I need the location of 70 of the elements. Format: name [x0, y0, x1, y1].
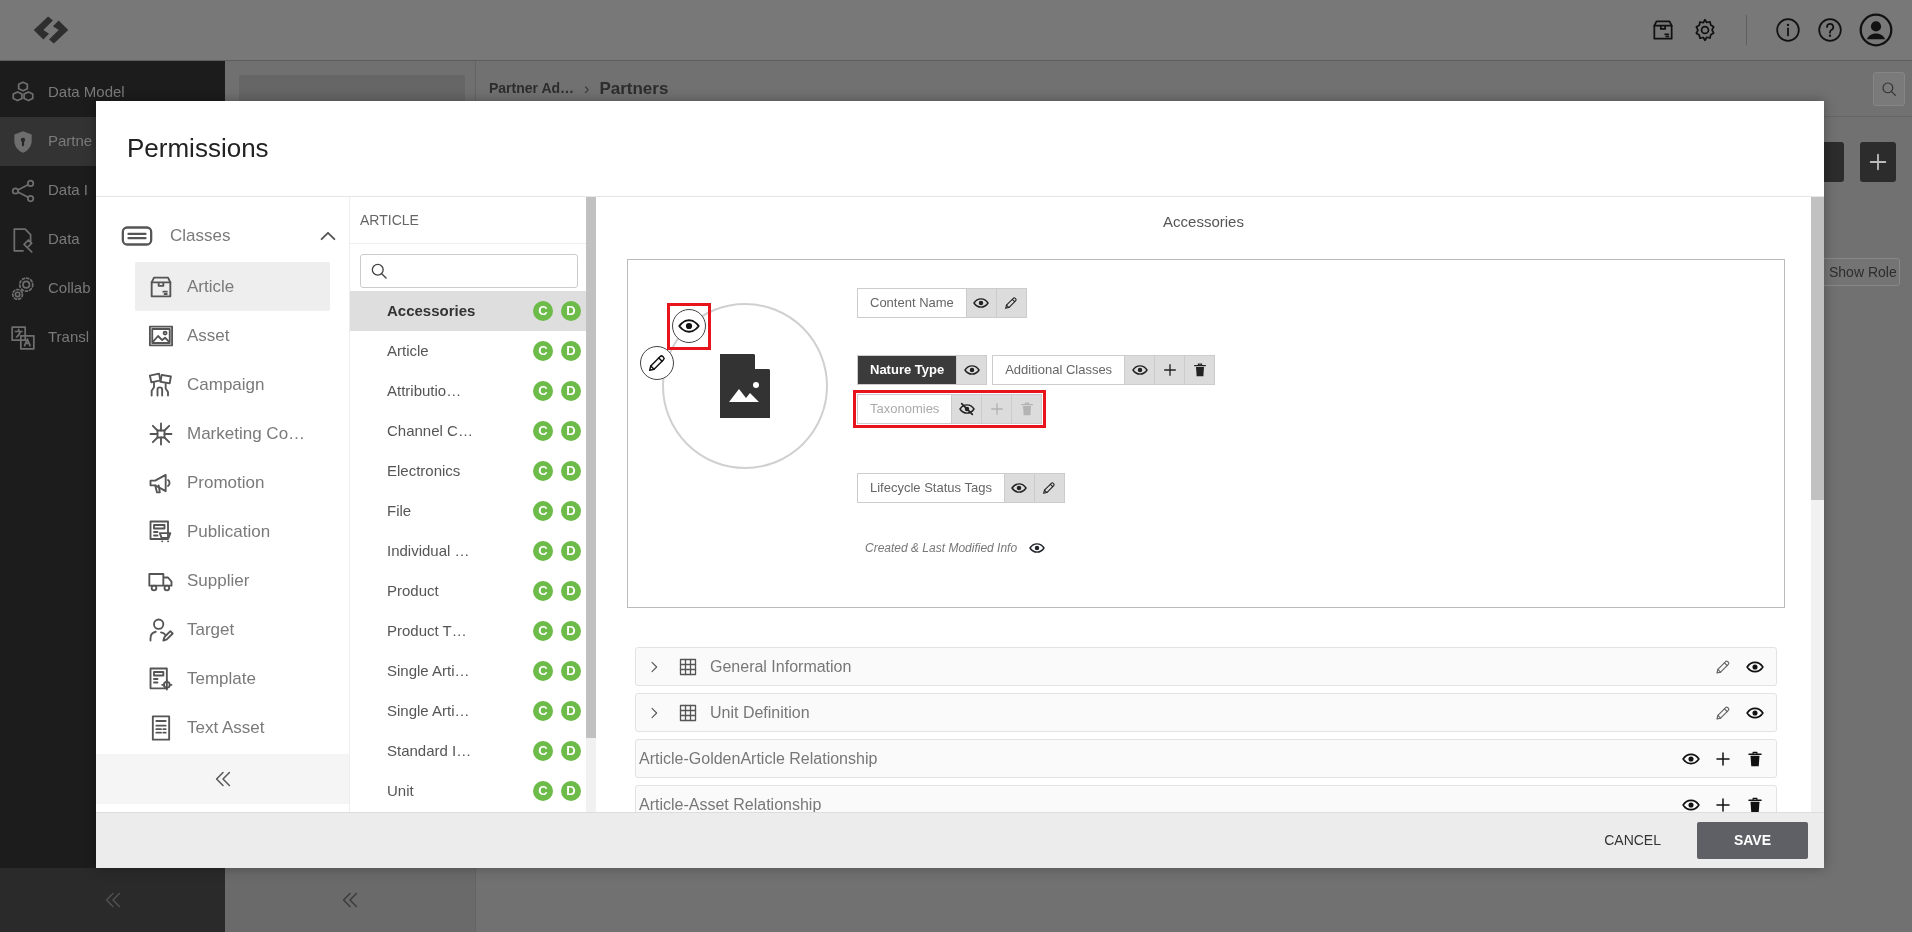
- panel-title: Accessories: [1162, 212, 1245, 232]
- class-label: Template: [187, 667, 256, 690]
- item-label: Unit: [387, 780, 414, 801]
- permission-badge: C: [533, 661, 553, 681]
- classes-label: Classes: [170, 225, 231, 248]
- class-label: Asset: [187, 324, 230, 347]
- permission-badge: C: [533, 421, 553, 441]
- permission-badge: C: [533, 581, 553, 601]
- breadcrumb-separator: ›: [584, 78, 590, 99]
- permission-badge: C: [533, 341, 553, 361]
- permission-badge: C: [533, 501, 553, 521]
- field-label: Additional Classes: [1004, 361, 1114, 380]
- permission-badge: C: [533, 461, 553, 481]
- item-label: Channel C…: [387, 420, 473, 441]
- item-label: Individual …: [387, 540, 470, 561]
- permission-badge: D: [561, 701, 581, 721]
- sidebar-item-label: Data I: [48, 180, 89, 201]
- item-label: Single Arti…: [387, 700, 470, 721]
- item-label: Article: [387, 340, 429, 361]
- section-title: General Information: [710, 656, 852, 677]
- permission-badge: D: [561, 461, 581, 481]
- field-label: Taxonomies: [869, 400, 941, 419]
- permission-badge: D: [561, 501, 581, 521]
- item-label: File: [387, 500, 412, 521]
- permission-badge: D: [561, 301, 581, 321]
- section-title: Unit Definition: [710, 702, 810, 723]
- class-label: Marketing Co…: [187, 422, 306, 445]
- permission-badge: C: [533, 381, 553, 401]
- class-label: Text Asset: [187, 716, 265, 739]
- class-label: Article: [187, 275, 235, 298]
- class-label: Campaign: [187, 373, 265, 396]
- permission-badge: D: [561, 621, 581, 641]
- permission-badge: D: [561, 341, 581, 361]
- permission-badge: D: [561, 381, 581, 401]
- sidebar-item-label: Data Model: [48, 82, 125, 103]
- sidebar-item-label: Partne: [48, 131, 93, 152]
- item-label: Standard I…: [387, 740, 472, 761]
- permission-badge: C: [533, 781, 553, 801]
- class-label: Supplier: [187, 569, 250, 592]
- sidebar-item-label: Data: [48, 229, 80, 250]
- permission-badge: C: [533, 541, 553, 561]
- class-label: Promotion: [187, 471, 265, 494]
- permission-badge: C: [533, 701, 553, 721]
- permission-badge: D: [561, 741, 581, 761]
- item-label: Attributio…: [387, 380, 462, 401]
- item-label: Product: [387, 580, 439, 601]
- permission-badge: C: [533, 741, 553, 761]
- item-label: Product T…: [387, 620, 467, 641]
- permission-badge: D: [561, 661, 581, 681]
- field-label: Content Name: [869, 294, 955, 313]
- class-label: Publication: [187, 520, 271, 543]
- permission-badge: D: [561, 781, 581, 801]
- modal-title: Permissions: [127, 132, 269, 165]
- permission-badge: C: [533, 301, 553, 321]
- info-label: Created & Last Modified Info: [865, 540, 1018, 557]
- breadcrumb-current: Partners: [599, 77, 669, 100]
- permission-badge: C: [533, 621, 553, 641]
- section-title: Article-Asset Relationship: [639, 794, 822, 812]
- class-label: Target: [187, 618, 235, 641]
- field-label: Nature Type: [858, 356, 957, 384]
- field-label: Lifecycle Status Tags: [869, 479, 993, 498]
- item-label: Accessories: [387, 300, 476, 321]
- sidebar-item-label: Collab: [48, 278, 91, 299]
- permission-badge: D: [561, 541, 581, 561]
- permission-badge: D: [561, 581, 581, 601]
- item-label: Electronics: [387, 460, 461, 481]
- sidebar-item-label: Transl: [48, 327, 90, 348]
- item-label: Single Arti…: [387, 660, 470, 681]
- section-title: Article-GoldenArticle Relationship: [639, 748, 878, 769]
- permission-badge: D: [561, 421, 581, 441]
